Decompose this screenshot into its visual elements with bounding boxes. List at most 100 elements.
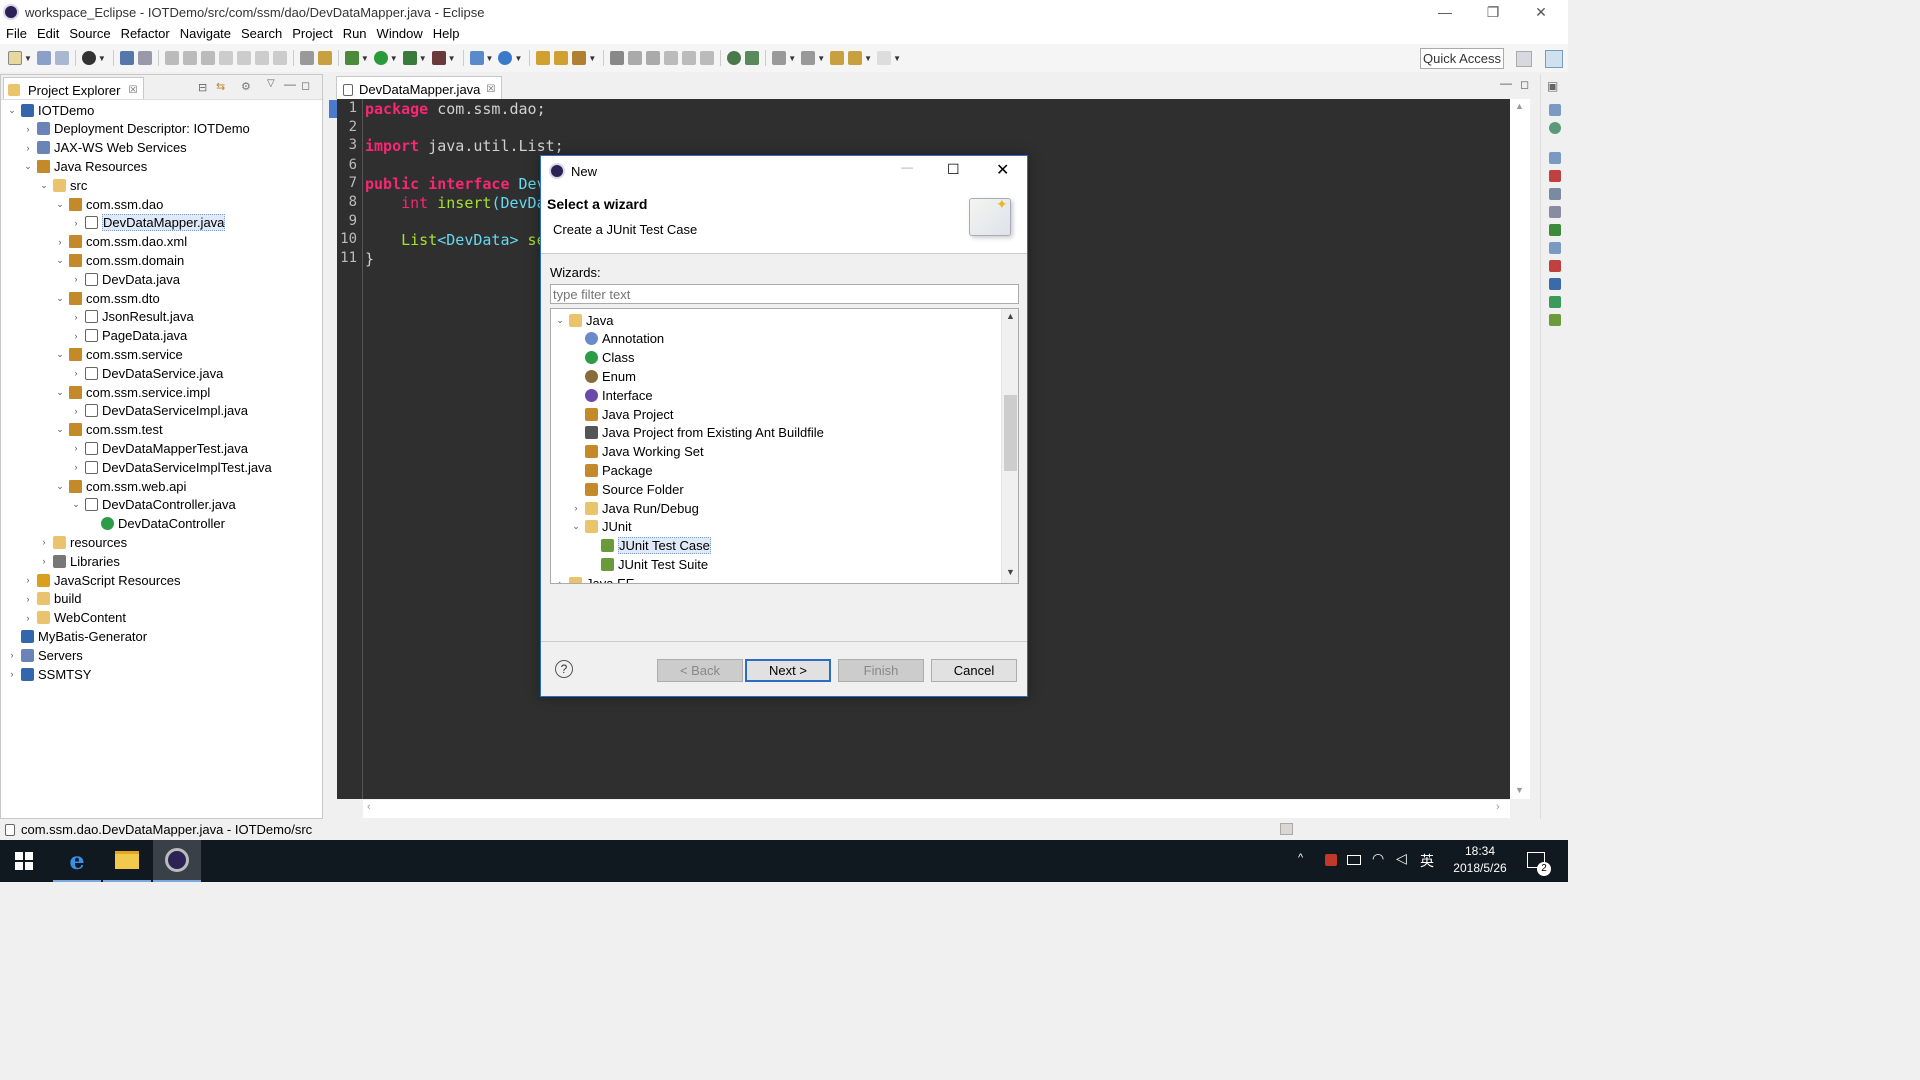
expanded-twisty-icon[interactable]: ⌄ [571,521,581,532]
collapsed-twisty-icon[interactable]: › [39,556,49,566]
wizard-tree-item[interactable]: › Java EE [555,574,634,583]
expanded-twisty-icon[interactable]: ⌄ [55,199,65,210]
properties-icon[interactable] [1549,170,1561,182]
minimize-editor-icon[interactable]: — [1500,76,1512,90]
collapsed-twisty-icon[interactable]: › [71,312,81,322]
collapsed-twisty-icon[interactable]: › [71,331,81,341]
menu-window[interactable]: Window [372,24,428,44]
tree-item[interactable]: DevDataController [87,515,225,533]
resume-icon[interactable] [164,51,179,65]
error-log-icon[interactable] [1549,260,1561,272]
collapsed-twisty-icon[interactable]: › [71,443,81,453]
tree-item[interactable]: › build [23,590,82,608]
link-editor-icon[interactable]: ⇆ [216,80,225,93]
tree-item[interactable]: › DevDataService.java [71,364,224,382]
edge-app[interactable]: e [53,840,101,882]
collapsed-twisty-icon[interactable]: › [39,537,49,547]
tree-item[interactable]: ⌄ Java Resources [23,157,147,175]
start-button[interactable] [0,840,48,882]
new-java-project-icon[interactable] [469,51,484,65]
open-task-icon[interactable] [554,51,569,65]
scrollbar-thumb[interactable] [1004,395,1017,471]
menu-source[interactable]: Source [64,24,115,44]
expanded-twisty-icon[interactable]: ⌄ [555,315,565,326]
wizard-filter-input[interactable] [550,284,1019,304]
collapsed-twisty-icon[interactable]: › [7,650,17,660]
wizard-tree-item[interactable]: Java Project [571,405,674,423]
close-tab-icon[interactable]: ☒ [486,84,495,95]
expanded-twisty-icon[interactable]: ⌄ [55,349,65,360]
filter-icon[interactable]: ⚙ [241,80,251,93]
help-icon[interactable]: ? [555,660,573,678]
close-button[interactable]: ✕ [1518,0,1564,24]
tree-item[interactable]: ⌄ com.ssm.domain [55,251,184,269]
disconnect-icon[interactable] [218,51,233,65]
expanded-twisty-icon[interactable]: ⌄ [71,499,81,510]
toggle-breadcrumb-icon[interactable] [628,51,643,65]
wizard-tree-item[interactable]: JUnit Test Case [587,537,711,555]
tree-item[interactable]: ⌄ IOTDemo [7,101,94,119]
terminate-icon[interactable] [200,51,215,65]
wizard-tree-item[interactable]: Java Project from Existing Ant Buildfile [571,424,824,442]
tab-devdatamapper[interactable]: DevDataMapper.java ☒ [336,76,503,99]
menu-search[interactable]: Search [236,24,287,44]
collapsed-twisty-icon[interactable]: › [23,613,33,623]
maximize-editor-icon[interactable]: ◻ [1520,78,1529,91]
toggle-mark-icon[interactable] [610,51,625,65]
battery-icon[interactable] [1347,855,1361,865]
toggle-highlight-icon[interactable] [646,51,661,65]
wizard-tree-item[interactable]: Java Working Set [571,443,704,461]
tree-item[interactable]: ⌄ com.ssm.service.impl [55,383,210,401]
collapsed-twisty-icon[interactable]: › [23,124,33,134]
data-source-icon[interactable] [1549,206,1561,218]
step-over-icon[interactable] [254,51,269,65]
servers-view-icon[interactable] [1549,188,1561,200]
tree-item[interactable]: › WebContent [23,609,127,627]
eclipse-app[interactable] [153,840,201,882]
status-tool-icon[interactable] [1280,823,1293,835]
show-hidden-icons[interactable]: ^ [1298,852,1303,864]
wizard-tree-item[interactable]: Class [571,349,635,367]
expanded-twisty-icon[interactable]: ⌄ [55,293,65,304]
collapsed-twisty-icon[interactable]: › [7,669,17,679]
next-annotation-icon[interactable] [772,51,787,65]
tray-app-icon[interactable] [1325,854,1337,866]
expanded-twisty-icon[interactable]: ⌄ [23,161,33,172]
wizard-tree-item[interactable]: Enum [571,367,636,385]
collapse-all-icon[interactable]: ⊟ [198,81,207,94]
collapsed-twisty-icon[interactable]: › [555,578,565,583]
volume-icon[interactable]: ◁ [1396,850,1407,867]
problems-icon[interactable] [1549,242,1561,254]
tree-item[interactable]: › SSMTSY [7,665,92,683]
menu-edit[interactable]: Edit [32,24,64,44]
tree-item[interactable]: › PageData.java [71,327,188,345]
menu-help[interactable]: Help [428,24,465,44]
dialog-close-button[interactable]: ✕ [996,160,1009,180]
tree-item[interactable]: ⌄ src [39,176,87,194]
wifi-icon[interactable]: ◠ [1372,850,1384,867]
maximize-view-icon[interactable]: ◻ [301,79,310,92]
pilcrow-icon[interactable] [700,51,715,65]
view-menu-icon[interactable]: ▽ [267,78,275,89]
run-server-icon[interactable] [402,51,417,65]
save-all-icon[interactable] [54,51,69,65]
wizard-tree-scrollbar[interactable]: ▲ ▼ [1001,309,1018,583]
tree-item[interactable]: › Libraries [39,552,120,570]
outline-icon[interactable] [1549,104,1561,116]
drop-frame-icon[interactable] [299,51,314,65]
collapsed-twisty-icon[interactable]: › [71,274,81,284]
globe-icon[interactable] [727,51,742,65]
tab-project-explorer[interactable]: Project Explorer ☒ [3,77,145,99]
tree-item[interactable]: ⌄ com.ssm.web.api [55,477,186,495]
collapsed-twisty-icon[interactable]: › [571,503,581,513]
tree-item[interactable]: › JAX-WS Web Services [23,139,187,157]
run-icon[interactable] [373,51,388,65]
quick-access-input[interactable]: Quick Access [1420,48,1504,69]
new-class-icon[interactable] [498,51,513,65]
dialog-minimize-button[interactable]: — [901,160,913,174]
wizard-tree-item[interactable]: JUnit Test Suite [587,555,708,573]
collapsed-twisty-icon[interactable]: › [23,575,33,585]
expanded-twisty-icon[interactable]: ⌄ [39,180,49,191]
wizard-tree-item[interactable]: ⌄ JUnit [571,518,631,536]
editor-horizontal-scrollbar[interactable]: ‹ › [363,800,1510,818]
